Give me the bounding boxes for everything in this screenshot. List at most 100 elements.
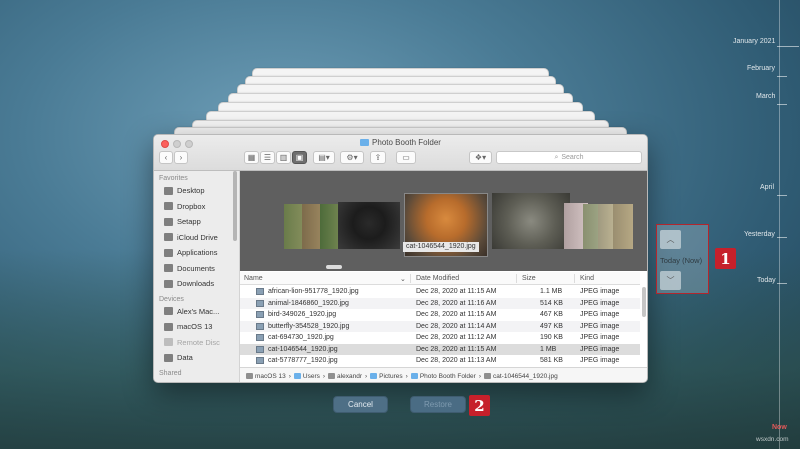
sidebar-item-label: Downloads (177, 279, 214, 288)
timeline-january[interactable]: January 2021 (733, 38, 775, 45)
jpeg-file-icon (256, 323, 264, 330)
sidebar-item-downloads[interactable]: Downloads (154, 276, 239, 292)
sidebar-item-applications[interactable]: Applications (154, 245, 239, 261)
table-row-selected[interactable]: cat-1046544_1920.jpg Dec 28, 2020 at 11:… (240, 344, 640, 356)
date-column-header[interactable]: Date Modified (416, 275, 459, 282)
file-date: Dec 28, 2020 at 11:15 AM (416, 311, 496, 318)
share-button[interactable]: ⇪ (370, 151, 386, 164)
tags-button[interactable]: ▭ (396, 151, 416, 164)
tag-icon: ▭ (402, 153, 410, 162)
earlier-backup-button[interactable]: ︿ (660, 230, 681, 249)
file-kind: JPEG image (580, 288, 619, 295)
chevron-right-icon: › (180, 153, 183, 162)
file-size: 1.1 MB (540, 288, 562, 295)
folder-icon (370, 373, 377, 379)
path-bar: macOS 13 › Users › alexandr › Pictures ›… (240, 367, 648, 383)
path-segment-alexandr[interactable]: alexandr (328, 373, 362, 380)
timeline-yesterday[interactable]: Yesterday (744, 231, 775, 238)
cover-flow-thumbnail[interactable] (338, 202, 400, 249)
path-segment-pictures[interactable]: Pictures (370, 373, 402, 380)
column-divider (410, 274, 411, 283)
file-name: cat-5778777_1920.jpg (268, 357, 338, 364)
jpeg-file-icon (484, 373, 491, 379)
dropbox-icon: ❖▾ (475, 153, 486, 162)
table-row[interactable]: bird-349026_1920.jpg Dec 28, 2020 at 11:… (240, 309, 640, 321)
list-view-button[interactable]: ☰ (260, 151, 275, 164)
column-divider (574, 274, 575, 283)
timeline-april[interactable]: April (760, 184, 774, 191)
sidebar-item-label: Desktop (177, 186, 205, 195)
timeline-tick[interactable] (777, 283, 787, 284)
later-backup-button[interactable]: ﹀ (660, 271, 681, 290)
table-row[interactable]: african-lion-951778_1920.jpg Dec 28, 202… (240, 286, 640, 298)
sidebar-item-remote-disc[interactable]: Remote Disc (154, 335, 239, 351)
action-button[interactable]: ⚙▾ (340, 151, 364, 164)
back-button[interactable]: ‹ (159, 151, 173, 164)
sidebar: Favorites Desktop Dropbox Setapp iCloud … (154, 171, 240, 383)
path-label: Users (303, 373, 320, 380)
file-kind: JPEG image (580, 346, 619, 353)
column-view-button[interactable]: ▥ (276, 151, 291, 164)
forward-button[interactable]: › (174, 151, 188, 164)
cover-flow-thumbnail[interactable] (613, 204, 633, 249)
path-label: cat-1046544_1920.jpg (493, 373, 558, 380)
timeline-march[interactable]: March (756, 93, 775, 100)
cover-flow-scroller[interactable] (326, 265, 342, 269)
setapp-icon (164, 218, 173, 226)
size-column-header[interactable]: Size (522, 275, 536, 282)
cover-flow-view-button[interactable]: ▣ (292, 151, 307, 164)
path-separator: › (406, 373, 408, 380)
cover-flow-thumbnail[interactable] (492, 193, 570, 249)
timeline-today[interactable]: Today (757, 277, 776, 284)
timeline-tick[interactable] (777, 195, 787, 196)
disk-icon (164, 323, 173, 331)
sidebar-item-alexs-mac[interactable]: Alex's Mac... (154, 304, 239, 320)
grid-icon: ▦ (248, 153, 256, 162)
applications-icon (164, 249, 173, 257)
timeline-tick[interactable] (777, 46, 799, 47)
path-label: macOS 13 (255, 373, 286, 380)
table-row[interactable]: cat-5778777_1920.jpg Dec 28, 2020 at 11:… (240, 355, 640, 367)
downloads-icon (164, 280, 173, 288)
sidebar-item-desktop[interactable]: Desktop (154, 183, 239, 199)
timeline-tick[interactable] (777, 76, 787, 77)
file-date: Dec 28, 2020 at 11:13 AM (416, 357, 496, 364)
sidebar-item-data[interactable]: Data (154, 350, 239, 366)
jpeg-file-icon (256, 357, 264, 364)
path-segment-users[interactable]: Users (294, 373, 320, 380)
columns-icon: ▥ (280, 153, 288, 162)
path-segment-macos[interactable]: macOS 13 (246, 373, 286, 380)
list-scrollbar[interactable] (642, 287, 646, 317)
path-segment-file[interactable]: cat-1046544_1920.jpg (484, 373, 558, 380)
cover-flow-area[interactable]: cat-1046544_1920.jpg (240, 171, 648, 271)
path-segment-photo-booth[interactable]: Photo Booth Folder (411, 373, 476, 380)
group-by-button[interactable]: ▤▾ (313, 151, 335, 164)
timeline-february[interactable]: February (747, 65, 775, 72)
table-row[interactable]: cat-694730_1920.jpg Dec 28, 2020 at 11:1… (240, 332, 640, 344)
window-title-text: Photo Booth Folder (372, 138, 441, 147)
cancel-button[interactable]: Cancel (333, 396, 388, 413)
icon-view-button[interactable]: ▦ (244, 151, 259, 164)
dropbox-button[interactable]: ❖▾ (469, 151, 492, 164)
jpeg-file-icon (256, 300, 264, 307)
table-row[interactable]: butterfly-354528_1920.jpg Dec 28, 2020 a… (240, 321, 640, 333)
table-row[interactable]: animal-1846860_1920.jpg Dec 28, 2020 at … (240, 298, 640, 310)
file-name: african-lion-951778_1920.jpg (268, 288, 359, 295)
sidebar-item-icloud-drive[interactable]: iCloud Drive (154, 230, 239, 246)
sidebar-scrollbar[interactable] (233, 171, 237, 241)
search-field[interactable]: ⌕Search (496, 151, 642, 164)
restore-button[interactable]: Restore (410, 396, 466, 413)
sidebar-item-documents[interactable]: Documents (154, 261, 239, 277)
sidebar-item-macos-13[interactable]: macOS 13 (154, 319, 239, 335)
file-size: 467 KB (540, 311, 563, 318)
disk-icon (246, 373, 253, 379)
dropbox-icon (164, 202, 173, 210)
timeline-tick[interactable] (777, 104, 787, 105)
kind-column-header[interactable]: Kind (580, 275, 594, 282)
sidebar-item-dropbox[interactable]: Dropbox (154, 199, 239, 215)
timeline-tick[interactable] (777, 237, 787, 238)
name-column-header[interactable]: Name (244, 275, 263, 282)
remote-disc-icon (164, 338, 173, 346)
timeline-now[interactable]: Now (772, 424, 787, 431)
sidebar-item-setapp[interactable]: Setapp (154, 214, 239, 230)
